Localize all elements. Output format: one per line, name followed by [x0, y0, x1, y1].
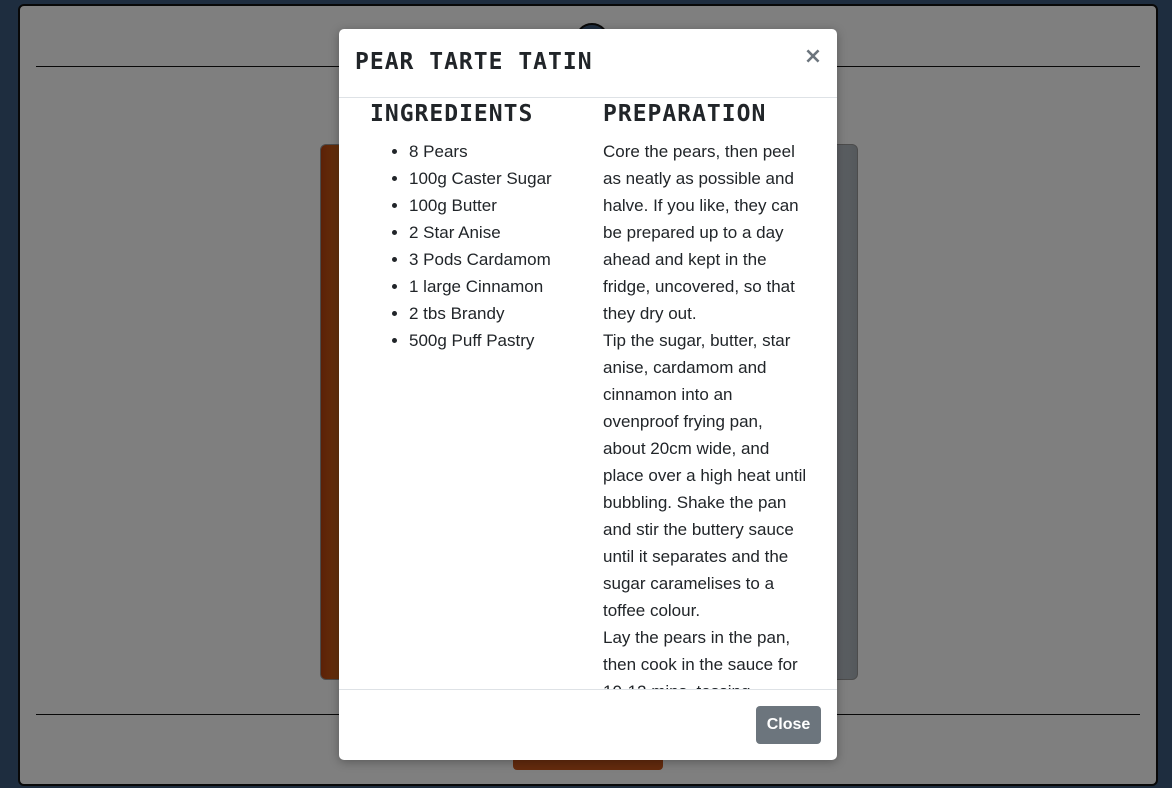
list-item: 100g Butter [409, 192, 570, 219]
close-icon[interactable]: × [803, 43, 823, 71]
list-item: 2 Star Anise [409, 219, 570, 246]
list-item: 1 large Cinnamon [409, 273, 570, 300]
list-item: 2 tbs Brandy [409, 300, 570, 327]
ingredients-list: 8 Pears 100g Caster Sugar 100g Butter 2 … [370, 138, 570, 354]
list-item: 100g Caster Sugar [409, 165, 570, 192]
preparation-heading: PREPARATION [603, 101, 767, 127]
list-item: 500g Puff Pastry [409, 327, 570, 354]
ingredients-heading: INGREDIENTS [370, 101, 534, 127]
list-item: 3 Pods Cardamom [409, 246, 570, 273]
modal-body[interactable]: INGREDIENTS 8 Pears 100g Caster Sugar 10… [339, 98, 837, 689]
close-button[interactable]: Close [756, 706, 821, 744]
modal-header: PEAR TARTE TATIN × [339, 29, 837, 98]
modal-title: PEAR TARTE TATIN [355, 49, 593, 75]
preparation-step: Lay the pears in the pan, then cook in t… [603, 628, 798, 689]
preparation-text: Core the pears, then peel as neatly as p… [603, 138, 809, 689]
preparation-column: PREPARATION Core the pears, then peel as… [603, 98, 809, 689]
preparation-step: Core the pears, then peel as neatly as p… [603, 142, 799, 323]
recipe-modal: PEAR TARTE TATIN × INGREDIENTS 8 Pears 1… [339, 29, 837, 760]
preparation-step: Tip the sugar, butter, star anise, carda… [603, 331, 807, 620]
modal-footer: Close [339, 689, 837, 760]
ingredients-column: INGREDIENTS 8 Pears 100g Caster Sugar 10… [370, 98, 570, 354]
list-item: 8 Pears [409, 138, 570, 165]
